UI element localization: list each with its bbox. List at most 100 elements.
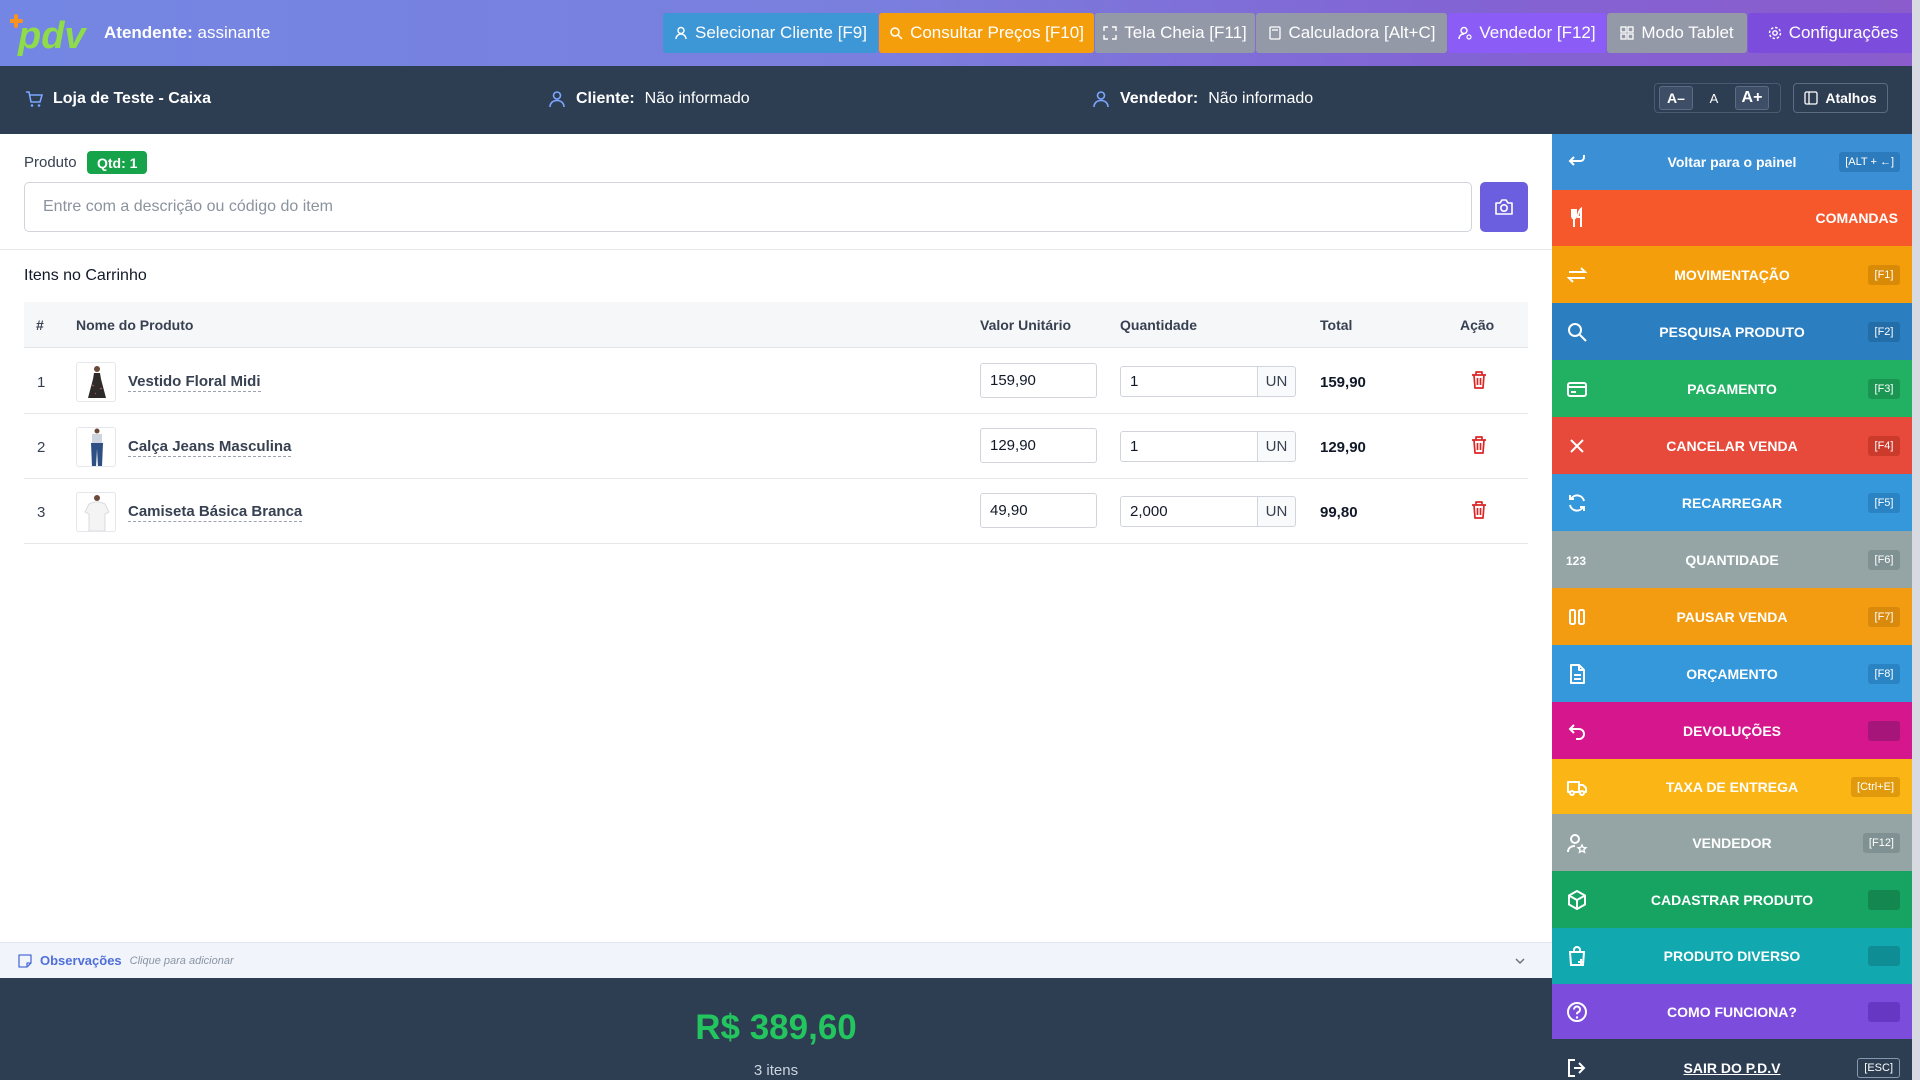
- info-bar: Loja de Teste - Caixa Cliente: Não infor…: [0, 66, 1920, 134]
- unit-price-input[interactable]: [980, 493, 1097, 528]
- shortcut-key: [F7]: [1868, 606, 1900, 627]
- col-number: #: [36, 317, 44, 333]
- unit-addon: UN: [1258, 431, 1296, 462]
- sidemenu-item-pesquisa-produto[interactable]: PESQUISA PRODUTO [F2]: [1552, 303, 1912, 360]
- sidemenu-label: QUANTIDADE: [1685, 551, 1779, 568]
- cart-icon: [26, 91, 43, 107]
- seller-info-label: Vendedor:: [1120, 90, 1199, 107]
- select-client-label: Selecionar Cliente [F9]: [695, 23, 867, 42]
- sidemenu-label: TAXA DE ENTREGA: [1665, 778, 1799, 795]
- user-star-icon: [1458, 26, 1472, 40]
- product-name-link[interactable]: Camiseta Básica Branca: [128, 503, 303, 522]
- sidemenu-item-pagamento[interactable]: PAGAMENTO [F3]: [1552, 360, 1912, 417]
- shortcut-key: [F1]: [1868, 264, 1900, 285]
- shortcuts-button[interactable]: Atalhos: [1793, 83, 1888, 113]
- font-decrease-button[interactable]: A–: [1659, 86, 1693, 110]
- bag-plus-icon: [1568, 946, 1586, 966]
- sidemenu-item-produto-diverso[interactable]: PRODUTO DIVERSO: [1552, 928, 1912, 984]
- client-info[interactable]: Cliente: Não informado: [548, 90, 750, 108]
- unit-price-input[interactable]: [980, 363, 1097, 398]
- side-menu: Voltar para o painel [ALT + ←] COMANDAS MOV…: [1552, 134, 1912, 1080]
- chevron-down-icon[interactable]: [1514, 955, 1526, 967]
- settings-button[interactable]: Configurações: [1748, 13, 1918, 53]
- total-bar: R$ 389,60 3 itens: [0, 978, 1552, 1080]
- pdv-logo: pdv: [10, 14, 87, 56]
- sidemenu-item-movimentacao[interactable]: MOVIMENTAÇÃO [F1]: [1552, 246, 1912, 303]
- utensils-icon: [1571, 207, 1582, 227]
- attendant-label: Atendente:: [104, 23, 193, 42]
- top-bar: pdv Atendente: assinante Selecionar Clie…: [0, 0, 1920, 66]
- grand-total: R$ 389,60: [695, 1008, 857, 1047]
- col-total: Total: [1320, 317, 1353, 333]
- main-area: Produto Qtd: 1 Itens no Carrinho # Nome …: [0, 134, 1552, 1080]
- tshirt-image: [84, 495, 110, 531]
- unit-addon: UN: [1258, 366, 1296, 397]
- sidemenu-label: MOVIMENTAÇÃO: [1674, 266, 1790, 283]
- shortcut-key: [ALT + ←]: [1839, 152, 1900, 172]
- client-value: Não informado: [644, 90, 750, 107]
- sidemenu-item-sair-do-p-d-v[interactable]: SAIR DO P.D.V [ESC]: [1552, 1039, 1912, 1080]
- sidemenu-item-voltar-para-o-painel[interactable]: Voltar para o painel [ALT + ←]: [1552, 134, 1912, 190]
- search-icon: [890, 27, 903, 40]
- camera-icon: [1495, 199, 1513, 215]
- sidemenu-label: ORÇAMENTO: [1686, 665, 1778, 682]
- col-quantity: Quantidade: [1120, 317, 1198, 333]
- product-search-input[interactable]: [24, 182, 1472, 232]
- col-product-name: Nome do Produto: [76, 317, 194, 333]
- trash-icon[interactable]: [1470, 500, 1488, 520]
- unit-price-input[interactable]: [980, 428, 1097, 463]
- sidemenu-item-comandas[interactable]: COMANDAS: [1552, 190, 1912, 246]
- quantity-input[interactable]: [1120, 431, 1258, 462]
- store-name: Loja de Teste - Caixa: [53, 90, 211, 107]
- table-row: 2 Calça Jeans Masculina UN 129,90: [24, 414, 1528, 479]
- check-prices-button[interactable]: Consultar Preços [F10]: [879, 13, 1094, 53]
- return-icon: [1568, 155, 1585, 166]
- sidemenu-item-quantidade[interactable]: 123 QUANTIDADE [F6]: [1552, 531, 1912, 588]
- shortcut-key: [F2]: [1868, 321, 1900, 342]
- tablet-mode-button[interactable]: Modo Tablet: [1607, 13, 1747, 53]
- sidemenu-item-cancelar-venda[interactable]: CANCELAR VENDA [F4]: [1552, 417, 1912, 474]
- row-number: 3: [37, 504, 46, 521]
- observations-bar[interactable]: Observações Clique para adicionar: [0, 942, 1552, 978]
- camera-button[interactable]: [1480, 182, 1528, 232]
- quantity-input[interactable]: [1120, 366, 1258, 397]
- seller-info[interactable]: Vendedor: Não informado: [1092, 90, 1313, 108]
- font-increase-button[interactable]: A+: [1735, 86, 1769, 110]
- scrollbar[interactable]: [1912, 0, 1920, 1080]
- sidemenu-item-devolucoes[interactable]: DEVOLUÇÕES: [1552, 702, 1912, 759]
- shortcut-key-placeholder: [1868, 889, 1900, 910]
- sidemenu-label: PRODUTO DIVERSO: [1663, 948, 1801, 964]
- calculator-button[interactable]: Calculadora [Alt+C]: [1256, 13, 1447, 53]
- sidemenu-item-orcamento[interactable]: ORÇAMENTO [F8]: [1552, 645, 1912, 702]
- box-icon: [1568, 889, 1586, 910]
- sidemenu-item-cadastrar-produto[interactable]: CADASTRAR PRODUTO: [1552, 871, 1912, 928]
- font-reset-button[interactable]: A: [1699, 86, 1729, 110]
- select-client-button[interactable]: Selecionar Cliente [F9]: [663, 13, 878, 53]
- col-action: Ação: [1460, 317, 1495, 333]
- sidemenu-label: DEVOLUÇÕES: [1682, 722, 1781, 739]
- document-icon: [1570, 663, 1585, 684]
- sidemenu-label: PAGAMENTO: [1687, 380, 1777, 397]
- jeans-image: [91, 428, 103, 466]
- sidemenu-item-vendedor[interactable]: VENDEDOR [F12]: [1552, 814, 1912, 871]
- product-name-link[interactable]: Vestido Floral Midi: [128, 373, 261, 392]
- seller-button[interactable]: Vendedor [F12]: [1448, 13, 1606, 53]
- sidemenu-item-como-funciona[interactable]: COMO FUNCIONA?: [1552, 984, 1912, 1039]
- user-icon: [675, 26, 687, 40]
- unit-addon: UN: [1258, 496, 1296, 527]
- items-count: 3 itens: [753, 1062, 799, 1079]
- calculator-icon: [1268, 26, 1281, 40]
- sidemenu-item-pausar-venda[interactable]: PAUSAR VENDA [F7]: [1552, 588, 1912, 645]
- product-name-link[interactable]: Calça Jeans Masculina: [128, 438, 292, 457]
- sidemenu-item-recarregar[interactable]: RECARREGAR [F5]: [1552, 474, 1912, 531]
- sidemenu-item-taxa-de-entrega[interactable]: TAXA DE ENTREGA [Ctrl+E]: [1552, 759, 1912, 814]
- trash-icon[interactable]: [1470, 370, 1488, 390]
- shortcuts-label: Atalhos: [1825, 90, 1877, 106]
- expand-icon: [1103, 26, 1117, 40]
- observations-hint: Clique para adicionar: [129, 954, 234, 967]
- fullscreen-button[interactable]: Tela Cheia [F11]: [1095, 13, 1255, 53]
- store-info: Loja de Teste - Caixa: [25, 90, 211, 108]
- trash-icon[interactable]: [1470, 435, 1488, 455]
- quantity-input[interactable]: [1120, 496, 1258, 527]
- check-prices-label: Consultar Preços [F10]: [910, 23, 1084, 42]
